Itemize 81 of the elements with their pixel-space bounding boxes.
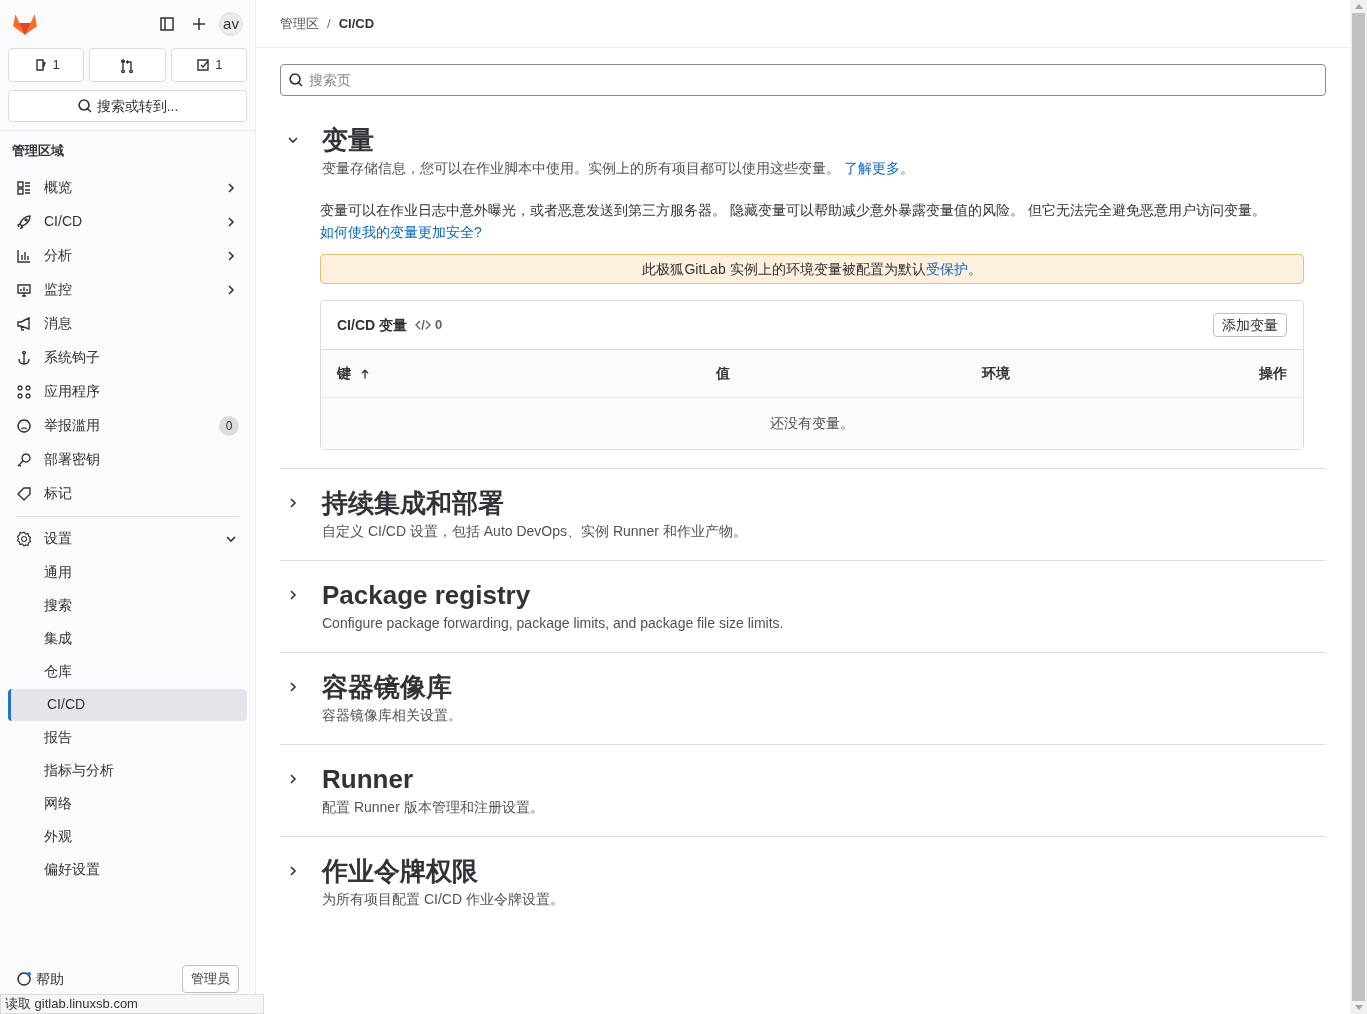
card-title: CI/CD 变量 (337, 315, 407, 335)
merge-request-icon (119, 57, 136, 73)
nav-item[interactable]: 监控 (8, 272, 247, 307)
section-description: 变量存储信息，您可以在作业脚本中使用。实例上的所有项目都可以使用这些变量。 了解更多。 (322, 159, 915, 178)
code-icon (415, 317, 431, 333)
sidebar-toggle-icon[interactable] (159, 16, 175, 32)
plus-icon[interactable] (191, 16, 207, 32)
alert-banner: 此极狐GitLab 实例上的环境变量被配置为默认受保护。 (320, 254, 1304, 284)
count-badge: 0 (219, 415, 239, 436)
help-link[interactable]: 帮助 (16, 968, 64, 990)
admin-button[interactable]: 管理员 (182, 965, 239, 993)
nav-item[interactable]: 系统钩子 (8, 340, 247, 375)
counter-button[interactable] (89, 48, 166, 82)
search-icon (288, 72, 304, 88)
section-title[interactable]: 容器镜像库 (322, 671, 1294, 703)
security-link[interactable]: 如何使我的变量更加安全? (320, 224, 482, 240)
key-icon (16, 451, 32, 468)
sub-nav-item[interactable]: 指标与分析 (8, 754, 247, 787)
breadcrumb-link[interactable]: 管理区 (280, 13, 319, 34)
sub-nav-item[interactable]: 集成 (8, 622, 247, 655)
status-bar: 读取 gitlab.linuxsb.com (0, 994, 264, 1014)
sub-nav-item[interactable]: 偏好设置 (8, 853, 247, 886)
anchor-icon (16, 349, 32, 366)
nav-item[interactable]: 标记 (8, 476, 247, 511)
nav-item[interactable]: 概览 (8, 170, 247, 205)
nav-item[interactable]: 举报滥用 0 (8, 408, 247, 443)
learn-more-link[interactable]: 了解更多。 (843, 160, 914, 176)
column-header[interactable]: 键 (337, 363, 575, 384)
sub-nav-item[interactable]: 报告 (8, 721, 247, 754)
nav-item[interactable]: 设置 (8, 521, 247, 556)
sub-nav-item[interactable]: CI/CD (8, 688, 247, 721)
bar-chart-icon (16, 247, 32, 264)
section-description: 容器镜像库相关设置。 (322, 706, 463, 725)
nav-item[interactable]: 应用程序 (8, 374, 247, 409)
protected-link[interactable]: 受保护 (925, 258, 968, 280)
rocket-icon (16, 213, 32, 230)
search-icon (76, 98, 93, 114)
avatar[interactable]: av (219, 12, 243, 36)
section-title[interactable]: 变量 (322, 124, 1294, 156)
section-title[interactable]: 持续集成和部署 (322, 487, 1294, 519)
sub-nav-item[interactable]: 网络 (8, 787, 247, 820)
sub-nav-item[interactable]: 外观 (8, 820, 247, 853)
section-title: 管理区域 (11, 142, 65, 160)
variable-count: 0 (435, 316, 443, 335)
add-variable-button[interactable]: 添加变量 (1213, 313, 1287, 337)
nav-item[interactable]: 分析 (8, 238, 247, 273)
megaphone-icon (16, 315, 32, 332)
breadcrumb-separator: / (327, 14, 331, 33)
section-title[interactable]: Package registry (322, 579, 1294, 611)
sad-face-icon (16, 417, 32, 434)
search-field[interactable]: 搜索页 (280, 64, 1326, 96)
column-header[interactable]: 环境 (812, 363, 1050, 384)
section-description: 配置 Runner 版本管理和注册设置。 (322, 798, 545, 817)
sub-nav-item[interactable]: 仓库 (8, 655, 247, 688)
section-title[interactable]: Runner (322, 763, 1294, 795)
empty-message: 还没有变量。 (321, 398, 1303, 449)
counter-button[interactable]: 1 (170, 48, 247, 82)
todo-icon (195, 57, 212, 73)
tag-icon (16, 485, 32, 502)
list-icon (16, 179, 32, 196)
nav-item[interactable]: CI/CD (8, 204, 247, 239)
logo-icon[interactable] (12, 12, 38, 36)
help-icon (16, 971, 32, 987)
breadcrumb-link[interactable]: CI/CD (338, 13, 374, 34)
warning-text: 变量可以在作业日志中意外曝光，或者恶意发送到第三方服务器。 隐藏变量可以帮助减少意外暴露变量值的风险。 但它无法完全避免恶意用户访问变量。 如何使我的变量更加安全? (320, 201, 1267, 242)
apps-icon (16, 383, 32, 400)
monitor-icon (16, 281, 32, 298)
column-header[interactable]: 操作 (1049, 363, 1287, 384)
search-button[interactable]: 搜索或转到... (8, 90, 247, 122)
gear-icon (16, 530, 32, 547)
column-header[interactable]: 值 (574, 363, 812, 384)
sub-nav-item[interactable]: 通用 (8, 556, 247, 589)
nav-item[interactable]: 部署密钥 (8, 442, 247, 477)
sub-nav-item[interactable]: 搜索 (8, 589, 247, 622)
nav-item[interactable]: 消息 (8, 306, 247, 341)
section-title[interactable]: 作业令牌权限 (322, 855, 1294, 887)
sort-arrow-icon (359, 367, 371, 380)
section-description: 自定义 CI/CD 设置，包括 Auto DevOps、实例 Runner 和作业产物。 (322, 522, 748, 541)
section-description: 为所有项目配置 CI/CD 作业令牌设置。 (322, 890, 565, 909)
section-description: Configure package forwarding, package limits, and package file size limits. (322, 614, 785, 633)
counter-button[interactable]: 1 (8, 48, 85, 82)
